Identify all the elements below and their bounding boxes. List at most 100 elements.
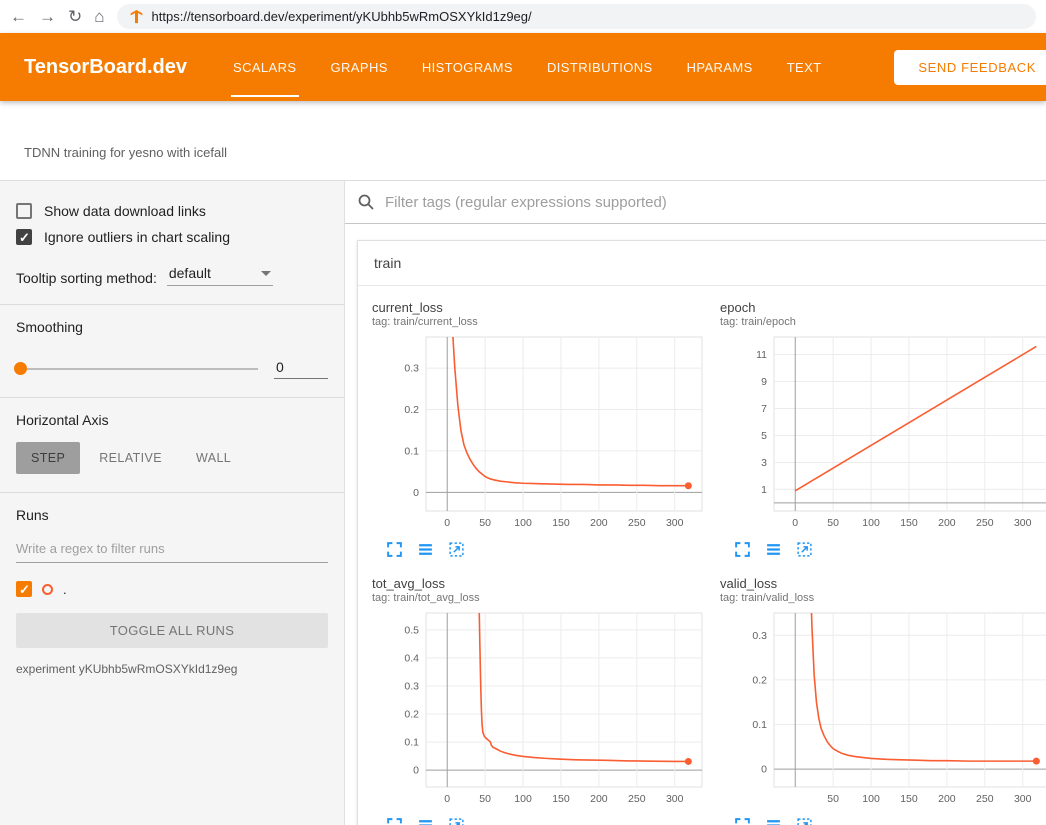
dropdown-value: default: [169, 265, 211, 281]
svg-text:50: 50: [827, 793, 839, 805]
svg-text:1: 1: [761, 484, 767, 496]
runs-section: Runs . TOGGLE ALL RUNS experiment yKUbhb…: [0, 492, 344, 694]
run-color-swatch-icon: [42, 584, 53, 595]
horizontal-axis-label: Horizontal Axis: [16, 412, 328, 428]
svg-text:0: 0: [761, 764, 767, 776]
forward-icon[interactable]: →: [39, 8, 56, 25]
svg-text:50: 50: [479, 517, 491, 529]
experiment-id-label: experiment yKUbhb5wRmOSXYkId1z9eg: [16, 662, 328, 676]
fit-domain-icon[interactable]: [796, 541, 813, 558]
tooltip-sorting-dropdown[interactable]: default: [167, 265, 273, 286]
fit-domain-icon[interactable]: [448, 541, 465, 558]
tag-filter-input[interactable]: [385, 194, 1046, 211]
svg-text:100: 100: [862, 517, 880, 529]
run-checkbox-icon[interactable]: [16, 581, 32, 597]
svg-text:0: 0: [444, 793, 450, 805]
tab-text[interactable]: TEXT: [785, 54, 824, 81]
svg-text:250: 250: [628, 517, 646, 529]
svg-text:300: 300: [1014, 793, 1032, 805]
tag-filter-row: [345, 181, 1046, 224]
run-list-item[interactable]: .: [16, 581, 328, 597]
brand-title[interactable]: TensorBoard.dev: [24, 56, 187, 79]
chart-tag: tag: train/tot_avg_loss: [372, 592, 708, 604]
chart-title: current_loss: [372, 300, 708, 315]
tab-scalars[interactable]: SCALARS: [231, 54, 299, 81]
svg-text:100: 100: [514, 793, 532, 805]
train-group-card: train current_loss tag: train/current_lo…: [357, 240, 1046, 825]
back-icon[interactable]: ←: [10, 8, 27, 25]
runs-selector-icon[interactable]: [417, 817, 434, 825]
tab-histograms[interactable]: HISTOGRAMS: [420, 54, 515, 81]
run-name: .: [63, 582, 67, 597]
checkbox-unchecked-icon[interactable]: [16, 203, 32, 219]
horizontal-axis-section: Horizontal Axis STEP RELATIVE WALL: [0, 397, 344, 492]
send-feedback-button[interactable]: SEND FEEDBACK: [894, 50, 1046, 85]
svg-text:150: 150: [900, 793, 918, 805]
tab-graphs[interactable]: GRAPHS: [329, 54, 390, 81]
svg-text:50: 50: [479, 793, 491, 805]
line-chart[interactable]: 00.10.20.30.40.5050100150200250300: [372, 607, 708, 813]
expand-chart-icon[interactable]: [734, 541, 751, 558]
search-icon: [357, 193, 375, 211]
expand-chart-icon[interactable]: [734, 817, 751, 825]
svg-text:0.1: 0.1: [752, 719, 767, 731]
svg-text:200: 200: [590, 517, 608, 529]
svg-text:0.3: 0.3: [752, 630, 767, 642]
runs-selector-icon[interactable]: [417, 541, 434, 558]
svg-text:0.1: 0.1: [404, 737, 419, 749]
tooltip-sorting-row: Tooltip sorting method: default: [16, 265, 328, 286]
smoothing-slider[interactable]: [16, 368, 258, 370]
axis-step-button[interactable]: STEP: [16, 442, 80, 474]
axis-wall-button[interactable]: WALL: [181, 442, 246, 474]
line-chart[interactable]: 00.10.20.350100150200250300: [720, 607, 1046, 813]
smoothing-value[interactable]: 0: [274, 359, 328, 379]
reload-icon[interactable]: ↻: [68, 8, 82, 25]
svg-text:9: 9: [761, 376, 767, 388]
chevron-down-icon: [261, 271, 271, 276]
content-area: Show data download links Ignore outliers…: [0, 181, 1046, 825]
svg-text:0.1: 0.1: [404, 445, 419, 457]
svg-text:150: 150: [552, 793, 570, 805]
slider-thumb[interactable]: [14, 362, 27, 375]
svg-text:100: 100: [862, 793, 880, 805]
home-icon[interactable]: ⌂: [94, 8, 104, 25]
svg-text:200: 200: [938, 517, 956, 529]
expand-chart-icon[interactable]: [386, 541, 403, 558]
runs-selector-icon[interactable]: [765, 817, 782, 825]
chart-tag: tag: train/epoch: [720, 316, 1046, 328]
runs-label: Runs: [16, 507, 328, 523]
chart-title: valid_loss: [720, 576, 1046, 591]
tab-distributions[interactable]: DISTRIBUTIONS: [545, 54, 655, 81]
svg-text:0.3: 0.3: [404, 680, 419, 692]
chart-card-epoch: epoch tag: train/epoch 13579110501001502…: [720, 300, 1046, 558]
url-input[interactable]: [152, 9, 1024, 24]
expand-chart-icon[interactable]: [386, 817, 403, 825]
fit-domain-icon[interactable]: [448, 817, 465, 825]
toggle-all-runs-button[interactable]: TOGGLE ALL RUNS: [16, 613, 328, 648]
svg-text:5: 5: [761, 430, 767, 442]
checkbox-checked-icon[interactable]: [16, 229, 32, 245]
chart-card-tot-avg-loss: tot_avg_loss tag: train/tot_avg_loss 00.…: [372, 576, 708, 825]
chart-tag: tag: train/valid_loss: [720, 592, 1046, 604]
svg-text:3: 3: [761, 457, 767, 469]
general-settings-section: Show data download links Ignore outliers…: [0, 181, 344, 304]
line-chart[interactable]: 1357911050100150200250300: [720, 331, 1046, 537]
ignore-outliers-checkbox[interactable]: Ignore outliers in chart scaling: [16, 229, 328, 245]
runs-selector-icon[interactable]: [765, 541, 782, 558]
show-download-links-checkbox[interactable]: Show data download links: [16, 203, 328, 219]
address-bar[interactable]: [117, 4, 1036, 29]
group-title[interactable]: train: [358, 241, 1046, 286]
tab-hparams[interactable]: HPARAMS: [685, 54, 755, 81]
svg-text:0.5: 0.5: [404, 624, 419, 636]
svg-text:0.2: 0.2: [752, 674, 767, 686]
svg-text:250: 250: [976, 793, 994, 805]
checkbox-label: Ignore outliers in chart scaling: [44, 229, 230, 245]
runs-filter-input[interactable]: [16, 537, 328, 562]
svg-text:0: 0: [792, 517, 798, 529]
app-header: TensorBoard.dev SCALARS GRAPHS HISTOGRAM…: [0, 33, 1046, 101]
line-chart[interactable]: 00.10.20.3050100150200250300: [372, 331, 708, 537]
fit-domain-icon[interactable]: [796, 817, 813, 825]
axis-relative-button[interactable]: RELATIVE: [84, 442, 177, 474]
scalars-dashboard: train current_loss tag: train/current_lo…: [345, 181, 1046, 825]
smoothing-label: Smoothing: [16, 319, 328, 335]
